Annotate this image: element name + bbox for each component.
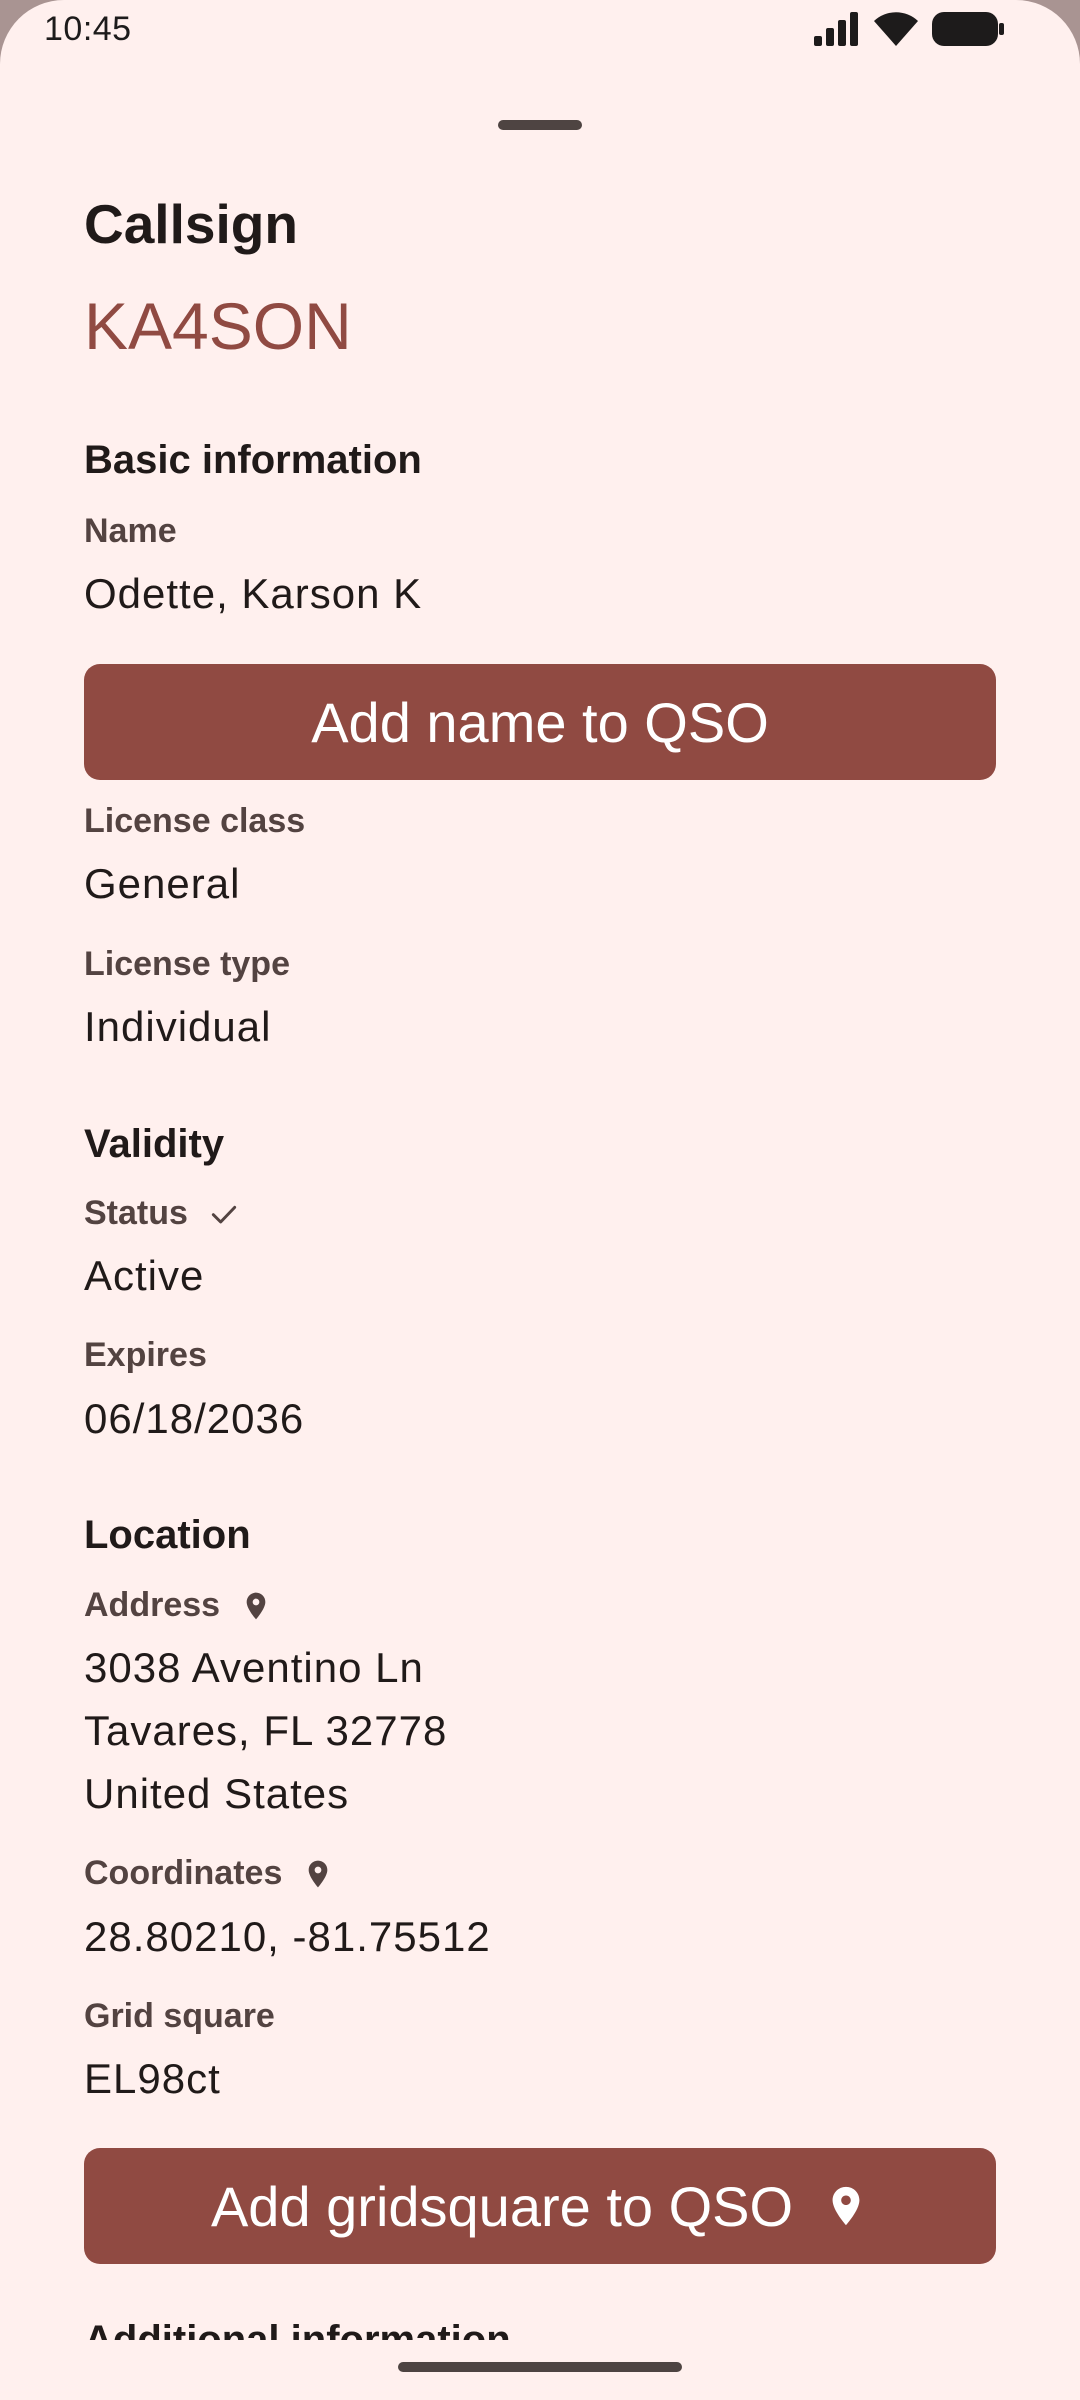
license-class-label: License class — [84, 802, 305, 841]
license-type-value: Individual — [84, 1003, 272, 1050]
address-label-text: Address — [84, 1586, 221, 1624]
address-label[interactable]: Address — [84, 1586, 272, 1625]
name-label-text: Name — [84, 512, 177, 550]
check-icon — [208, 1198, 240, 1230]
signal-icon — [814, 12, 860, 46]
status-label-text: Status — [84, 1194, 188, 1232]
bottom-sheet: 10:45 Callsign KA4SON Basic information … — [0, 0, 1080, 2400]
license-class-value: General — [84, 860, 241, 907]
location-heading: Location — [84, 1513, 251, 1557]
additional-info-heading: Additional information — [84, 2318, 511, 2340]
wifi-icon — [874, 12, 918, 46]
status-icons — [814, 12, 1004, 46]
status-value: Active — [84, 1252, 205, 1299]
coordinates-label-text: Coordinates — [84, 1854, 283, 1892]
coordinates-label[interactable]: Coordinates — [84, 1854, 334, 1893]
expires-value: 06/18/2036 — [84, 1395, 305, 1442]
license-type-label-text: License type — [84, 945, 290, 983]
add-gridsquare-to-qso-button[interactable]: Add gridsquare to QSO — [84, 2148, 996, 2264]
grid-square-value: EL98ct — [84, 2055, 221, 2102]
expires-label-text: Expires — [84, 1336, 207, 1374]
additional-info-heading-clip: Additional information — [84, 2318, 996, 2340]
add-name-button-label: Add name to QSO — [311, 690, 769, 754]
grid-square-label-text: Grid square — [84, 1997, 275, 2035]
grid-square-label: Grid square — [84, 1997, 275, 2036]
basic-info-heading: Basic information — [84, 438, 422, 482]
location-pin-icon[interactable] — [302, 1856, 334, 1892]
validity-heading: Validity — [84, 1122, 225, 1166]
license-class-label-text: License class — [84, 802, 306, 840]
address-line-3: United States — [84, 1770, 350, 1817]
page-title: Callsign — [84, 193, 298, 255]
add-name-to-qso-button[interactable]: Add name to QSO — [84, 664, 996, 780]
status-bar: 10:45 — [0, 0, 1080, 62]
battery-icon — [932, 12, 1004, 46]
coordinates-value: 28.80210, -81.75512 — [84, 1913, 491, 1960]
callsign-value: KA4SON — [84, 289, 352, 363]
expires-label: Expires — [84, 1336, 207, 1375]
status-time: 10:45 — [44, 10, 132, 48]
address-line-2: Tavares, FL 32778 — [84, 1707, 448, 1754]
status-label: Status — [84, 1194, 240, 1233]
name-label: Name — [84, 512, 177, 551]
drag-handle[interactable] — [498, 120, 582, 130]
location-pin-icon — [823, 2179, 869, 2233]
add-gridsquare-button-label: Add gridsquare to QSO — [210, 2174, 794, 2238]
address-line-1: 3038 Aventino Ln — [84, 1644, 424, 1691]
location-pin-icon[interactable] — [240, 1588, 272, 1624]
name-value: Odette, Karson K — [84, 570, 423, 617]
license-type-label: License type — [84, 945, 290, 984]
navigation-handle[interactable] — [398, 2362, 682, 2372]
